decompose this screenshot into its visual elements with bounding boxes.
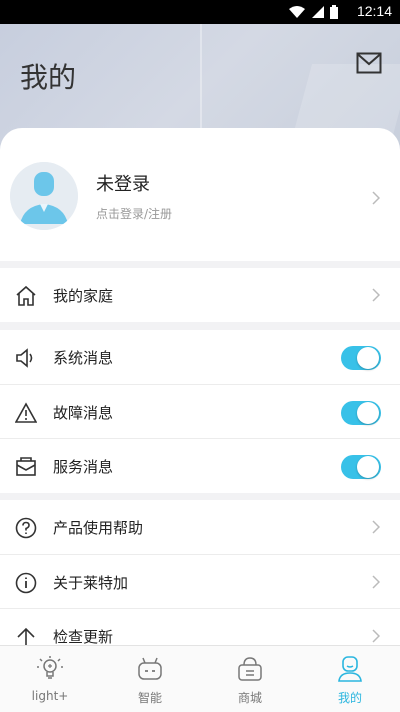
battery-icon [330,5,338,19]
service-messages-toggle[interactable] [341,455,381,479]
menu-item-service-messages[interactable]: 服务消息 [0,439,400,493]
shop-basket-icon [238,657,262,681]
system-messages-toggle[interactable] [341,346,381,370]
tab-label: 商城 [237,691,262,705]
menu-item-label: 故障消息 [53,404,114,422]
chevron-right-icon [372,288,380,302]
toggle-knob [357,456,379,478]
menu-item-family[interactable]: 我的家庭 [0,268,400,322]
fault-messages-toggle[interactable] [341,401,381,425]
user-profile-icon [338,656,362,682]
menu-item-label: 检查更新 [53,628,114,646]
robot-icon [138,657,162,680]
toggle-knob [357,347,379,369]
page-title: 我的 [20,61,77,94]
login-hint[interactable]: 点击登录/注册 [96,205,172,222]
tab-light[interactable]: light+ [0,646,100,712]
tab-shop[interactable]: 商城 [200,646,300,712]
menu-item-label: 关于莱特加 [53,574,129,592]
chevron-right-icon [372,575,380,589]
toggle-knob [357,402,379,424]
menu-item-system-messages[interactable]: 系统消息 [0,330,400,384]
chevron-right-icon [372,191,380,205]
chevron-right-icon [372,520,380,534]
tab-mine[interactable]: 我的 [300,646,400,712]
menu-item-about[interactable]: 关于莱特加 [0,555,400,609]
menu-item-label: 我的家庭 [53,287,114,305]
menu-item-label: 系统消息 [53,349,114,367]
envelope-icon [16,457,36,476]
mail-icon[interactable] [356,52,382,74]
home-icon [16,285,36,306]
help-icon [15,517,37,539]
status-bar: 12:14 [0,0,400,24]
tab-label: light+ [31,689,69,703]
wifi-icon [288,6,305,18]
default-avatar-icon [10,162,78,230]
speaker-icon [16,348,33,368]
bottom-tab-bar: light+ 智能 商城 我的 [0,645,400,712]
info-icon [15,572,37,594]
menu-item-label: 产品使用帮助 [53,519,144,537]
tab-label: 我的 [337,691,362,705]
warning-icon [15,402,37,423]
avatar[interactable] [10,162,78,230]
status-icons [288,5,338,24]
chevron-right-icon [372,629,380,643]
login-status[interactable]: 未登录 [96,170,150,196]
menu-item-label: 服务消息 [53,458,114,476]
profile-card[interactable]: 未登录 点击登录/注册 [0,128,400,261]
status-time: 12:14 [356,3,392,19]
menu-item-fault-messages[interactable]: 故障消息 [0,385,400,439]
signal-icon [311,6,324,18]
menu-item-help[interactable]: 产品使用帮助 [0,500,400,554]
tab-smart[interactable]: 智能 [100,646,200,712]
tab-label: 智能 [137,691,162,705]
bulb-icon [37,656,63,679]
